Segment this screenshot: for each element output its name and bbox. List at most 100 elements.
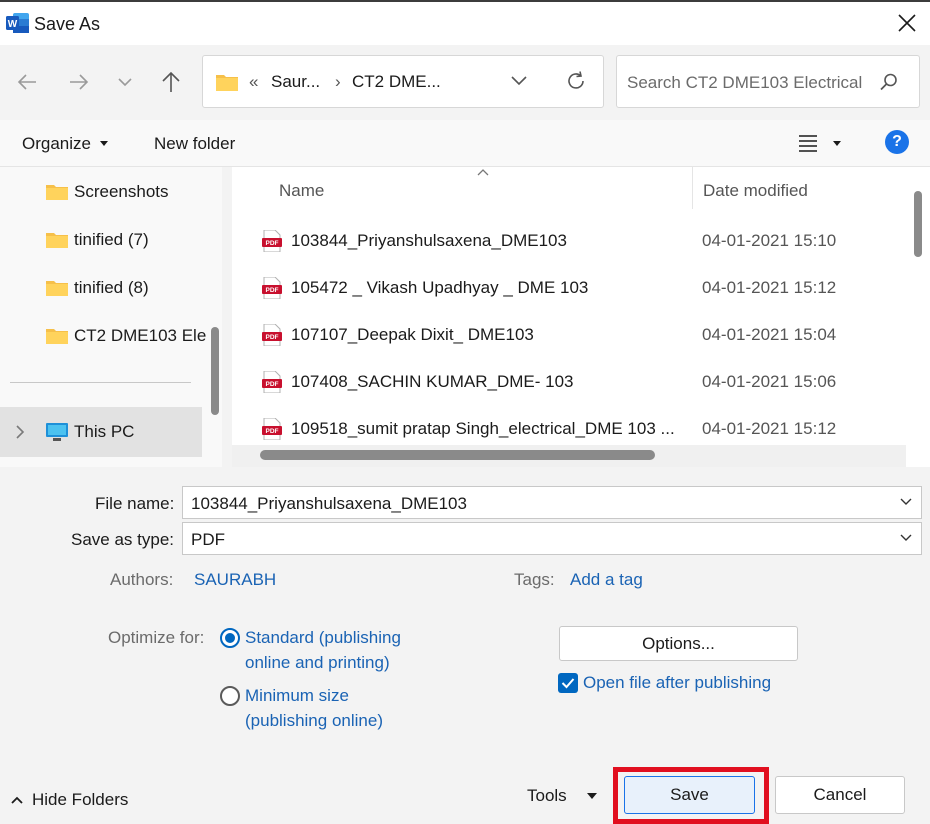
navigation-pane: Screenshots tinified (7) tinified (8) CT… bbox=[0, 167, 222, 467]
file-name: 107107_Deepak Dixit_ DME103 bbox=[291, 325, 534, 344]
open-after-publishing-label[interactable]: Open file after publishing bbox=[583, 673, 771, 693]
refresh-icon[interactable] bbox=[565, 70, 587, 92]
breadcrumb-item-folder[interactable]: CT2 DME... bbox=[352, 72, 441, 92]
cancel-button[interactable]: Cancel bbox=[775, 776, 905, 814]
save-as-type-value: PDF bbox=[191, 530, 225, 549]
tree-item-screenshots[interactable]: Screenshots bbox=[46, 177, 206, 207]
file-row[interactable]: PDF 107107_Deepak Dixit_ DME103 04-01-20… bbox=[232, 311, 907, 358]
title-bar: W Save As bbox=[0, 0, 930, 45]
vertical-scrollbar-thumb[interactable] bbox=[914, 191, 922, 257]
file-row[interactable]: PDF 105472 _ Vikash Upadhyay _ DME 103 0… bbox=[232, 264, 907, 311]
save-as-type-label: Save as type: bbox=[71, 530, 175, 549]
pdf-file-icon: PDF bbox=[262, 324, 282, 346]
svg-text:PDF: PDF bbox=[266, 240, 279, 247]
up-button[interactable] bbox=[158, 69, 184, 95]
svg-text:PDF: PDF bbox=[266, 381, 279, 388]
chevron-down-icon[interactable] bbox=[899, 495, 913, 509]
file-date: 04-01-2021 15:06 bbox=[702, 372, 837, 391]
column-header-name[interactable]: Name bbox=[279, 181, 324, 201]
tree-item-this-pc[interactable]: This PC bbox=[0, 407, 202, 457]
save-options-panel: File name: 103844_Priyanshulsaxena_DME10… bbox=[0, 467, 930, 742]
breadcrumb-overflow[interactable]: « bbox=[249, 72, 258, 92]
hide-folders-label: Hide Folders bbox=[32, 790, 129, 809]
computer-icon bbox=[46, 423, 68, 441]
organize-button[interactable]: Organize bbox=[22, 134, 91, 154]
caret-down-icon[interactable] bbox=[99, 140, 109, 148]
open-after-publishing-checkbox[interactable] bbox=[558, 673, 578, 693]
breadcrumb-item-user[interactable]: Saur... bbox=[271, 72, 320, 92]
checkmark-icon bbox=[561, 678, 575, 689]
chevron-down-icon bbox=[118, 78, 132, 87]
arrow-left-icon bbox=[17, 74, 36, 90]
recent-locations-button[interactable] bbox=[112, 69, 138, 95]
optimize-standard-label[interactable]: Standard (publishing bbox=[245, 628, 401, 648]
address-bar[interactable]: « Saur... › CT2 DME... bbox=[202, 55, 604, 108]
optimize-minimum-radio[interactable] bbox=[220, 686, 240, 706]
arrow-up-icon bbox=[162, 71, 180, 92]
search-box[interactable]: Search CT2 DME103 Electrical bbox=[616, 55, 920, 108]
svg-text:PDF: PDF bbox=[266, 334, 279, 341]
horizontal-scrollbar-thumb[interactable] bbox=[260, 450, 655, 460]
folder-icon bbox=[216, 75, 238, 91]
nav-scrollbar-thumb[interactable] bbox=[211, 327, 219, 415]
tree-item-label: This PC bbox=[74, 422, 135, 441]
save-button[interactable]: Save bbox=[624, 776, 755, 814]
window-title: Save As bbox=[34, 14, 101, 34]
optimize-minimum-label-line2[interactable]: (publishing online) bbox=[245, 711, 383, 731]
svg-text:PDF: PDF bbox=[266, 428, 279, 435]
pdf-file-icon: PDF bbox=[262, 418, 282, 440]
search-input[interactable]: Search CT2 DME103 Electrical bbox=[627, 73, 877, 93]
optimize-label: Optimize for: bbox=[108, 628, 205, 647]
file-name-value[interactable]: 103844_Priyanshulsaxena_DME103 bbox=[191, 494, 467, 514]
file-name: 109518_sumit pratap Singh_electrical_DME… bbox=[291, 419, 675, 438]
folder-icon bbox=[46, 329, 68, 344]
word-app-icon: W bbox=[6, 13, 29, 33]
view-list-icon[interactable] bbox=[798, 134, 818, 152]
command-bar: Organize New folder ? bbox=[0, 120, 930, 167]
help-icon[interactable]: ? bbox=[885, 130, 909, 154]
new-folder-button[interactable]: New folder bbox=[154, 134, 235, 154]
chevron-down-icon[interactable] bbox=[899, 531, 913, 545]
optimize-standard-label-line2[interactable]: online and printing) bbox=[245, 653, 390, 673]
file-name-label: File name: bbox=[95, 494, 175, 513]
caret-down-icon[interactable] bbox=[832, 140, 842, 148]
tree-item-tinified-7[interactable]: tinified (7) bbox=[46, 225, 206, 255]
nav-divider bbox=[10, 382, 191, 383]
tags-label: Tags: bbox=[514, 570, 555, 589]
file-date: 04-01-2021 15:10 bbox=[702, 231, 837, 250]
file-list: Name Date modified PDF 103844_Priyanshul… bbox=[232, 167, 930, 467]
save-as-type-select[interactable]: PDF bbox=[182, 522, 922, 555]
optimize-standard-radio[interactable] bbox=[220, 628, 240, 648]
optimize-minimum-label[interactable]: Minimum size bbox=[245, 686, 349, 706]
tools-button[interactable]: Tools bbox=[527, 786, 567, 806]
forward-button[interactable] bbox=[66, 69, 92, 95]
hide-folders-button[interactable]: Hide Folders bbox=[10, 790, 128, 810]
pdf-file-icon: PDF bbox=[262, 371, 282, 393]
add-tag-link[interactable]: Add a tag bbox=[570, 570, 643, 590]
chevron-down-icon[interactable] bbox=[510, 74, 528, 88]
pdf-file-icon: PDF bbox=[262, 277, 282, 299]
back-button[interactable] bbox=[14, 69, 40, 95]
file-row[interactable]: PDF 107408_SACHIN KUMAR_DME- 103 04-01-2… bbox=[232, 358, 907, 405]
tree-item-ct2-dme103[interactable]: CT2 DME103 Ele bbox=[46, 321, 206, 351]
close-icon[interactable] bbox=[896, 12, 918, 34]
file-name-field[interactable]: 103844_Priyanshulsaxena_DME103 bbox=[182, 486, 922, 519]
dialog-footer: Hide Folders Tools Save Cancel bbox=[0, 742, 930, 824]
chevron-up-icon bbox=[11, 796, 23, 804]
svg-text:PDF: PDF bbox=[266, 287, 279, 294]
file-date: 04-01-2021 15:04 bbox=[702, 325, 837, 344]
sort-ascending-icon bbox=[477, 169, 489, 176]
caret-down-icon[interactable] bbox=[586, 792, 598, 800]
authors-value[interactable]: SAURABH bbox=[194, 570, 276, 590]
column-header-date[interactable]: Date modified bbox=[703, 181, 808, 201]
tree-item-label: tinified (7) bbox=[74, 230, 149, 249]
file-date: 04-01-2021 15:12 bbox=[702, 419, 837, 438]
search-icon[interactable] bbox=[879, 72, 899, 92]
folder-icon bbox=[46, 185, 68, 200]
chevron-right-icon[interactable] bbox=[14, 424, 26, 440]
file-row[interactable]: PDF 103844_Priyanshulsaxena_DME103 04-01… bbox=[232, 217, 907, 264]
options-button[interactable]: Options... bbox=[559, 626, 798, 661]
column-divider[interactable] bbox=[692, 167, 693, 209]
folder-icon bbox=[46, 281, 68, 296]
tree-item-tinified-8[interactable]: tinified (8) bbox=[46, 273, 206, 303]
